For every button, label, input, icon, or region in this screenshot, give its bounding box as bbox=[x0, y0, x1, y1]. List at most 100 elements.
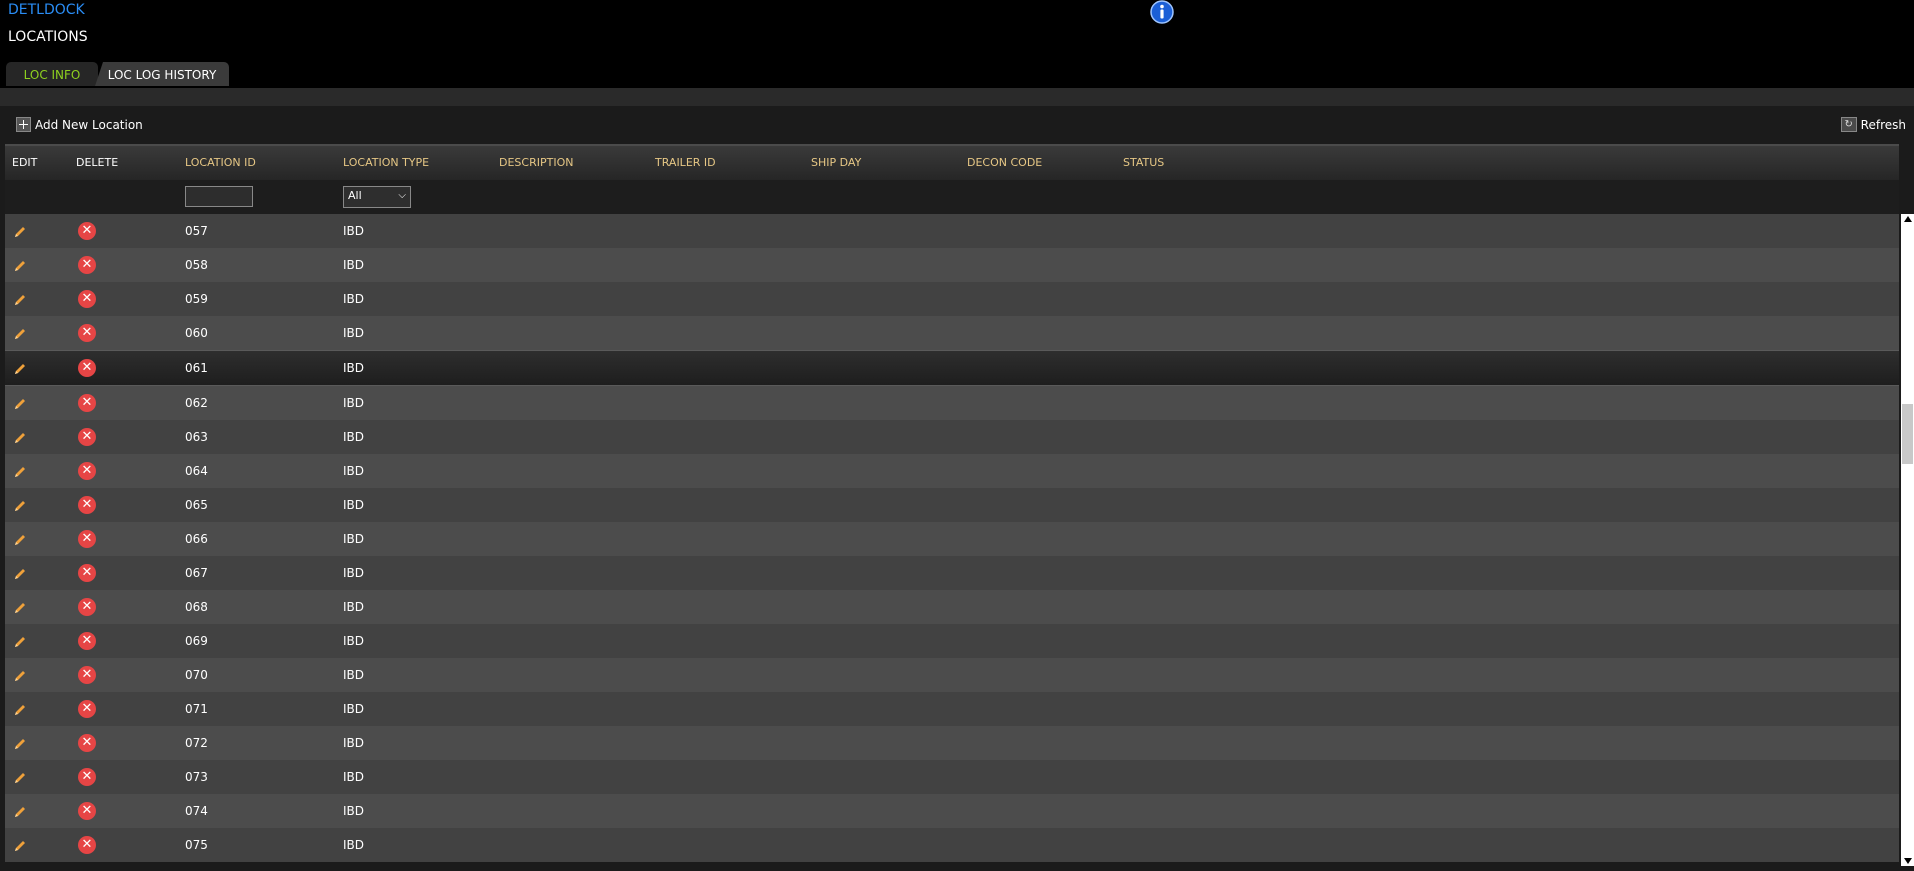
delete-x-icon[interactable]: ✕ bbox=[78, 290, 96, 308]
location-id-cell: 070 bbox=[185, 668, 208, 682]
pencil-edit-icon[interactable] bbox=[13, 293, 27, 307]
column-header-edit: EDIT bbox=[12, 156, 38, 169]
delete-x-icon[interactable]: ✕ bbox=[78, 462, 96, 480]
delete-x-icon[interactable]: ✕ bbox=[78, 666, 96, 684]
delete-x-icon[interactable]: ✕ bbox=[78, 256, 96, 274]
location-id-filter-input[interactable] bbox=[185, 186, 253, 207]
table-row[interactable]: ✕ 068 IBD bbox=[5, 590, 1899, 624]
pencil-edit-icon[interactable] bbox=[13, 533, 27, 547]
location-id-cell: 057 bbox=[185, 224, 208, 238]
table-row[interactable]: ✕ 059 IBD bbox=[5, 282, 1899, 316]
refresh-icon: ↻ bbox=[1840, 117, 1857, 132]
table-row[interactable]: ✕ 073 IBD bbox=[5, 760, 1899, 794]
location-type-filter-select[interactable]: All ⌵ bbox=[343, 186, 411, 208]
location-id-cell: 058 bbox=[185, 258, 208, 272]
table-row[interactable]: ✕ 064 IBD bbox=[5, 454, 1899, 488]
table-row[interactable]: ✕ 069 IBD bbox=[5, 624, 1899, 658]
grid-scrollbar[interactable] bbox=[1901, 214, 1914, 866]
location-id-cell: 066 bbox=[185, 532, 208, 546]
table-row[interactable]: ✕ 066 IBD bbox=[5, 522, 1899, 556]
column-header-description[interactable]: DESCRIPTION bbox=[499, 156, 573, 169]
app-name-link[interactable]: DETLDOCK bbox=[8, 2, 85, 18]
pencil-edit-icon[interactable] bbox=[13, 327, 27, 341]
pencil-edit-icon[interactable] bbox=[13, 499, 27, 513]
location-type-cell: IBD bbox=[343, 430, 365, 444]
delete-x-icon[interactable]: ✕ bbox=[78, 768, 96, 786]
table-row[interactable]: ✕ 067 IBD bbox=[5, 556, 1899, 590]
pencil-edit-icon[interactable] bbox=[13, 805, 27, 819]
grid-rows: ✕ 057 IBD ✕ 058 IBD ✕ 059 IBD ✕ 060 IBD ✕ 061 IBD ✕ 062 I… bbox=[5, 214, 1899, 864]
pencil-edit-icon[interactable] bbox=[13, 839, 27, 853]
delete-x-icon[interactable]: ✕ bbox=[78, 428, 96, 446]
table-row[interactable]: ✕ 060 IBD bbox=[5, 316, 1899, 350]
tab-loc-info[interactable]: LOC INFO bbox=[6, 62, 98, 86]
table-row[interactable]: ✕ 065 IBD bbox=[5, 488, 1899, 522]
delete-x-icon[interactable]: ✕ bbox=[78, 802, 96, 820]
column-header-location-id[interactable]: LOCATION ID bbox=[185, 156, 256, 169]
pencil-edit-icon[interactable] bbox=[13, 737, 27, 751]
refresh-button[interactable]: ↻ Refresh bbox=[1840, 117, 1906, 132]
table-row[interactable]: ✕ 057 IBD bbox=[5, 214, 1899, 248]
location-type-cell: IBD bbox=[343, 396, 365, 410]
tab-loc-log-history[interactable]: LOC LOG HISTORY bbox=[95, 62, 229, 86]
pencil-edit-icon[interactable] bbox=[13, 669, 27, 683]
scroll-up-arrow-icon[interactable] bbox=[1904, 216, 1912, 222]
delete-x-icon[interactable]: ✕ bbox=[78, 530, 96, 548]
delete-x-icon[interactable]: ✕ bbox=[78, 496, 96, 514]
delete-x-icon[interactable]: ✕ bbox=[78, 700, 96, 718]
location-type-filter-value: All bbox=[348, 189, 362, 202]
pencil-edit-icon[interactable] bbox=[13, 362, 27, 376]
location-id-cell: 068 bbox=[185, 600, 208, 614]
pencil-edit-icon[interactable] bbox=[13, 771, 27, 785]
location-id-cell: 071 bbox=[185, 702, 208, 716]
delete-x-icon[interactable]: ✕ bbox=[78, 598, 96, 616]
location-id-cell: 075 bbox=[185, 838, 208, 852]
delete-x-icon[interactable]: ✕ bbox=[78, 359, 96, 377]
info-icon[interactable] bbox=[1150, 0, 1174, 24]
column-header-trailer-id[interactable]: TRAILER ID bbox=[655, 156, 716, 169]
column-header-delete: DELETE bbox=[76, 156, 119, 169]
delete-x-icon[interactable]: ✕ bbox=[78, 324, 96, 342]
chevron-down-icon: ⌵ bbox=[398, 190, 406, 201]
table-row[interactable]: ✕ 074 IBD bbox=[5, 794, 1899, 828]
delete-x-icon[interactable]: ✕ bbox=[78, 836, 96, 854]
pencil-edit-icon[interactable] bbox=[13, 601, 27, 615]
table-row[interactable]: ✕ 072 IBD bbox=[5, 726, 1899, 760]
grid-header: EDIT DELETE LOCATION ID LOCATION TYPE DE… bbox=[5, 144, 1899, 180]
table-row[interactable]: ✕ 058 IBD bbox=[5, 248, 1899, 282]
location-id-cell: 063 bbox=[185, 430, 208, 444]
panel-top-strip bbox=[0, 88, 1914, 106]
refresh-label: Refresh bbox=[1860, 117, 1906, 132]
delete-x-icon[interactable]: ✕ bbox=[78, 222, 96, 240]
scrollbar-thumb[interactable] bbox=[1902, 404, 1913, 464]
delete-x-icon[interactable]: ✕ bbox=[78, 734, 96, 752]
delete-x-icon[interactable]: ✕ bbox=[78, 394, 96, 412]
location-type-cell: IBD bbox=[343, 838, 365, 852]
table-row[interactable]: ✕ 075 IBD bbox=[5, 828, 1899, 862]
location-id-cell: 067 bbox=[185, 566, 208, 580]
pencil-edit-icon[interactable] bbox=[13, 567, 27, 581]
table-row[interactable]: ✕ 062 IBD bbox=[5, 386, 1899, 420]
toolbar: Add New Location ↻ Refresh bbox=[0, 113, 1914, 141]
column-header-status[interactable]: STATUS bbox=[1123, 156, 1164, 169]
column-header-location-type[interactable]: LOCATION TYPE bbox=[343, 156, 429, 169]
pencil-edit-icon[interactable] bbox=[13, 259, 27, 273]
location-type-cell: IBD bbox=[343, 600, 365, 614]
pencil-edit-icon[interactable] bbox=[13, 465, 27, 479]
table-row[interactable]: ✕ 071 IBD bbox=[5, 692, 1899, 726]
column-header-ship-day[interactable]: SHIP DAY bbox=[811, 156, 861, 169]
column-header-decon-code[interactable]: DECON CODE bbox=[967, 156, 1042, 169]
location-type-cell: IBD bbox=[343, 464, 365, 478]
delete-x-icon[interactable]: ✕ bbox=[78, 632, 96, 650]
table-row[interactable]: ✕ 061 IBD bbox=[5, 350, 1899, 386]
scroll-down-arrow-icon[interactable] bbox=[1904, 858, 1912, 864]
delete-x-icon[interactable]: ✕ bbox=[78, 564, 96, 582]
pencil-edit-icon[interactable] bbox=[13, 703, 27, 717]
table-row[interactable]: ✕ 063 IBD bbox=[5, 420, 1899, 454]
pencil-edit-icon[interactable] bbox=[13, 431, 27, 445]
table-row[interactable]: ✕ 070 IBD bbox=[5, 658, 1899, 692]
add-new-location-button[interactable]: Add New Location bbox=[16, 117, 143, 132]
pencil-edit-icon[interactable] bbox=[13, 225, 27, 239]
pencil-edit-icon[interactable] bbox=[13, 635, 27, 649]
pencil-edit-icon[interactable] bbox=[13, 397, 27, 411]
